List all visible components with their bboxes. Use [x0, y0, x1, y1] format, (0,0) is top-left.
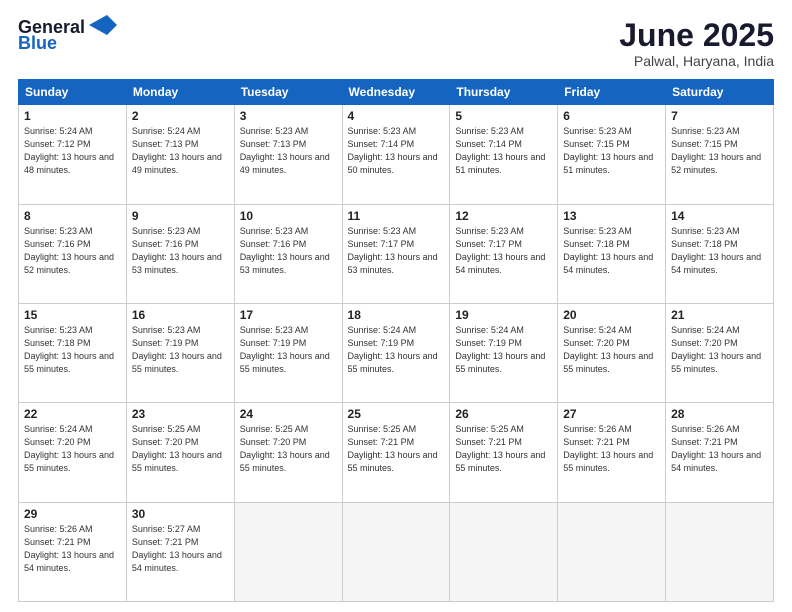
table-row — [666, 502, 774, 601]
table-row: 16Sunrise: 5:23 AMSunset: 7:19 PMDayligh… — [126, 303, 234, 402]
table-row: 15Sunrise: 5:23 AMSunset: 7:18 PMDayligh… — [19, 303, 127, 402]
table-row: 18Sunrise: 5:24 AMSunset: 7:19 PMDayligh… — [342, 303, 450, 402]
table-row: 20Sunrise: 5:24 AMSunset: 7:20 PMDayligh… — [558, 303, 666, 402]
month-title: June 2025 — [619, 18, 774, 53]
page: General Blue June 2025 Palwal, Haryana, … — [0, 0, 792, 612]
table-row: 4Sunrise: 5:23 AMSunset: 7:14 PMDaylight… — [342, 105, 450, 204]
table-row: 8Sunrise: 5:23 AMSunset: 7:16 PMDaylight… — [19, 204, 127, 303]
table-row: 21Sunrise: 5:24 AMSunset: 7:20 PMDayligh… — [666, 303, 774, 402]
table-row — [558, 502, 666, 601]
table-row: 12Sunrise: 5:23 AMSunset: 7:17 PMDayligh… — [450, 204, 558, 303]
calendar-header-row: Sunday Monday Tuesday Wednesday Thursday… — [19, 80, 774, 105]
table-row: 27Sunrise: 5:26 AMSunset: 7:21 PMDayligh… — [558, 403, 666, 502]
col-monday: Monday — [126, 80, 234, 105]
table-row: 25Sunrise: 5:25 AMSunset: 7:21 PMDayligh… — [342, 403, 450, 502]
table-row: 11Sunrise: 5:23 AMSunset: 7:17 PMDayligh… — [342, 204, 450, 303]
table-row: 7Sunrise: 5:23 AMSunset: 7:15 PMDaylight… — [666, 105, 774, 204]
table-row: 17Sunrise: 5:23 AMSunset: 7:19 PMDayligh… — [234, 303, 342, 402]
table-row: 30Sunrise: 5:27 AMSunset: 7:21 PMDayligh… — [126, 502, 234, 601]
table-row — [342, 502, 450, 601]
header: General Blue June 2025 Palwal, Haryana, … — [18, 18, 774, 69]
table-row: 19Sunrise: 5:24 AMSunset: 7:19 PMDayligh… — [450, 303, 558, 402]
table-row: 1Sunrise: 5:24 AMSunset: 7:12 PMDaylight… — [19, 105, 127, 204]
table-row — [234, 502, 342, 601]
table-row: 24Sunrise: 5:25 AMSunset: 7:20 PMDayligh… — [234, 403, 342, 502]
table-row: 10Sunrise: 5:23 AMSunset: 7:16 PMDayligh… — [234, 204, 342, 303]
logo-blue-text: Blue — [18, 34, 57, 52]
table-row: 5Sunrise: 5:23 AMSunset: 7:14 PMDaylight… — [450, 105, 558, 204]
col-friday: Friday — [558, 80, 666, 105]
table-row: 29Sunrise: 5:26 AMSunset: 7:21 PMDayligh… — [19, 502, 127, 601]
logo-arrow-icon — [89, 15, 117, 35]
table-row — [450, 502, 558, 601]
table-row: 9Sunrise: 5:23 AMSunset: 7:16 PMDaylight… — [126, 204, 234, 303]
table-row: 14Sunrise: 5:23 AMSunset: 7:18 PMDayligh… — [666, 204, 774, 303]
col-sunday: Sunday — [19, 80, 127, 105]
calendar-table: Sunday Monday Tuesday Wednesday Thursday… — [18, 79, 774, 602]
table-row: 6Sunrise: 5:23 AMSunset: 7:15 PMDaylight… — [558, 105, 666, 204]
table-row: 26Sunrise: 5:25 AMSunset: 7:21 PMDayligh… — [450, 403, 558, 502]
table-row: 2Sunrise: 5:24 AMSunset: 7:13 PMDaylight… — [126, 105, 234, 204]
table-row: 23Sunrise: 5:25 AMSunset: 7:20 PMDayligh… — [126, 403, 234, 502]
title-block: June 2025 Palwal, Haryana, India — [619, 18, 774, 69]
table-row: 22Sunrise: 5:24 AMSunset: 7:20 PMDayligh… — [19, 403, 127, 502]
col-thursday: Thursday — [450, 80, 558, 105]
location: Palwal, Haryana, India — [619, 53, 774, 69]
table-row: 28Sunrise: 5:26 AMSunset: 7:21 PMDayligh… — [666, 403, 774, 502]
table-row: 3Sunrise: 5:23 AMSunset: 7:13 PMDaylight… — [234, 105, 342, 204]
col-saturday: Saturday — [666, 80, 774, 105]
logo: General Blue — [18, 18, 117, 52]
table-row: 13Sunrise: 5:23 AMSunset: 7:18 PMDayligh… — [558, 204, 666, 303]
col-tuesday: Tuesday — [234, 80, 342, 105]
col-wednesday: Wednesday — [342, 80, 450, 105]
